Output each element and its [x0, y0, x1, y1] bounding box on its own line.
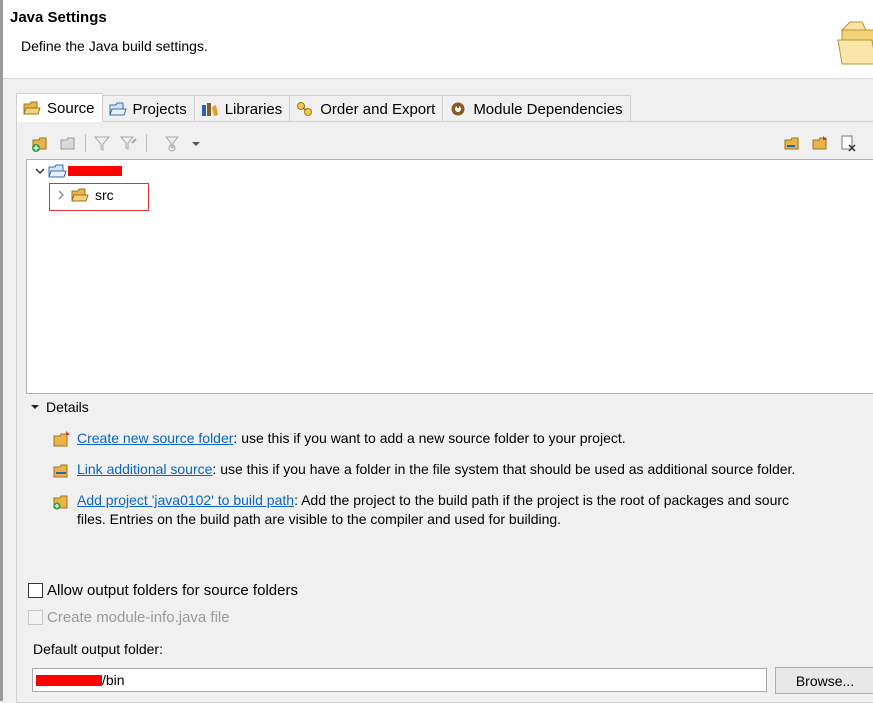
- tab-order-export[interactable]: Order and Export: [289, 95, 444, 122]
- tab-projects-label: Projects: [132, 100, 187, 118]
- tab-bar: Source Projects Libraries Order and Expo…: [16, 93, 631, 122]
- source-folder-icon: [23, 101, 41, 115]
- page-title: Java Settings: [10, 9, 107, 26]
- create-source-folder-desc: : use this if you want to add a new sour…: [233, 430, 626, 446]
- page-subtitle: Define the Java build settings.: [21, 38, 208, 54]
- add-project-build-path-link[interactable]: Add project 'java0102' to build path: [77, 492, 294, 508]
- detail-create-folder: Create new source folder: use this if yo…: [52, 429, 626, 448]
- default-output-folder-value: /bin: [102, 672, 125, 688]
- tab-module-dependencies[interactable]: Module Dependencies: [442, 95, 631, 122]
- source-toolbar: [28, 131, 873, 157]
- default-output-folder-input[interactable]: /bin: [32, 668, 767, 692]
- details-toggle[interactable]: Details: [30, 399, 89, 415]
- tree-item-project[interactable]: [34, 163, 122, 179]
- allow-output-folders-label: Allow output folders for source folders: [47, 582, 298, 599]
- link-source-icon[interactable]: [782, 133, 802, 153]
- redacted-project-name: [68, 166, 122, 176]
- projects-icon: [108, 102, 127, 116]
- project-folder-icon: [48, 164, 67, 178]
- edit-folder-icon: [60, 137, 75, 150]
- details-heading: Details: [46, 399, 89, 415]
- module-info-option: Create module-info.java file: [28, 609, 230, 626]
- chevron-down-icon[interactable]: [34, 165, 46, 177]
- link-additional-source-desc: : use this if you have a folder in the f…: [212, 461, 796, 477]
- chevron-down-icon[interactable]: [190, 133, 202, 153]
- libraries-icon: [201, 103, 218, 116]
- folder-icon: [837, 21, 873, 65]
- source-tree[interactable]: src: [26, 159, 873, 394]
- module-icon: [451, 102, 465, 116]
- browse-button[interactable]: Browse...: [775, 667, 873, 694]
- dialog-header: Java Settings Define the Java build sett…: [0, 0, 873, 79]
- tab-projects[interactable]: Projects: [101, 95, 195, 122]
- add-project-build-path-desc-2: files. Entries on the build path are vis…: [77, 511, 562, 527]
- tab-libraries[interactable]: Libraries: [193, 95, 291, 122]
- module-info-label: Create module-info.java file: [47, 609, 230, 626]
- tab-source[interactable]: Source: [16, 93, 103, 122]
- tab-order-export-label: Order and Export: [320, 100, 436, 118]
- new-source-folder-icon[interactable]: [810, 133, 830, 153]
- detail-link-source: Link additional source: use this if you …: [52, 460, 795, 479]
- add-project-build-path-desc: : Add the project to the build path if t…: [294, 492, 790, 508]
- tab-libraries-label: Libraries: [224, 100, 283, 118]
- link-additional-source-link[interactable]: Link additional source: [77, 461, 212, 477]
- add-project-icon: [53, 495, 68, 510]
- window-edge: [0, 0, 3, 701]
- view-menu-icon[interactable]: [162, 133, 182, 153]
- tab-source-label: Source: [47, 99, 95, 117]
- tab-module-dependencies-label: Module Dependencies: [473, 100, 623, 118]
- new-source-folder-icon: [53, 431, 70, 447]
- remove-icon[interactable]: [838, 133, 858, 153]
- redacted-output-prefix: [36, 674, 102, 686]
- filter-edit-icon: [119, 136, 137, 150]
- link-source-icon: [53, 464, 68, 478]
- detail-add-project: Add project 'java0102' to build path: Ad…: [52, 491, 789, 529]
- add-folder-icon[interactable]: [30, 133, 50, 153]
- toolbar-separator: [146, 134, 147, 152]
- allow-output-folders-checkbox[interactable]: [28, 583, 43, 598]
- allow-output-folders-option[interactable]: Allow output folders for source folders: [28, 582, 298, 599]
- chevron-down-icon: [31, 405, 39, 409]
- order-export-icon: [297, 102, 313, 116]
- create-source-folder-link[interactable]: Create new source folder: [77, 430, 233, 446]
- default-output-folder-label: Default output folder:: [33, 641, 163, 657]
- filter-icon: [93, 136, 111, 151]
- annotation-highlight: [49, 183, 149, 211]
- toolbar-separator: [85, 134, 86, 152]
- module-info-checkbox: [28, 610, 43, 625]
